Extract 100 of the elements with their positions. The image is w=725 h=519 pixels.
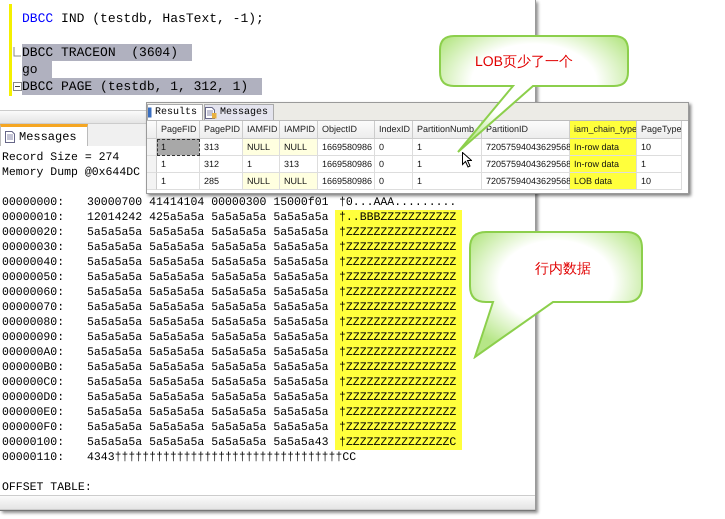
dump-offset: 00000010: bbox=[2, 210, 66, 226]
dump-hex: 12014242 425a5a5a 5a5a5a5a 5a5a5a5a bbox=[87, 210, 330, 226]
table-cell: NULL bbox=[280, 139, 318, 156]
dump-offset: 000000C0: bbox=[2, 375, 66, 390]
column-header[interactable]: PartitionID bbox=[482, 121, 570, 139]
dump-offset: 00000020: bbox=[2, 225, 66, 240]
dump-offset: 00000030: bbox=[2, 240, 66, 256]
table-cell: NULL bbox=[243, 139, 280, 156]
table-cell: In-row data bbox=[570, 139, 637, 156]
results-tab[interactable]: Messages bbox=[204, 104, 274, 120]
table-cell: 1669580986 bbox=[318, 173, 375, 190]
message-line: OFFSET TABLE: bbox=[2, 480, 92, 496]
dump-offset: 00000080: bbox=[2, 315, 66, 330]
dump-text: †ZZZZZZZZZZZZZZZZ bbox=[335, 360, 462, 376]
dump-hex: 5a5a5a5a 5a5a5a5a 5a5a5a5a 5a5a5a5a bbox=[87, 225, 330, 240]
dump-hex: 5a5a5a5a 5a5a5a5a 5a5a5a5a 5a5a5a5a bbox=[87, 330, 330, 346]
dump-text: †0...AAA......... bbox=[338, 195, 458, 210]
dump-hex: 5a5a5a5a 5a5a5a5a 5a5a5a5a 5a5a5a5a bbox=[87, 405, 330, 420]
column-header[interactable]: IndexID bbox=[375, 121, 413, 139]
dump-hex: 5a5a5a5a 5a5a5a5a 5a5a5a5a 5a5a5a5a bbox=[87, 240, 330, 256]
dump-offset: 00000050: bbox=[2, 270, 66, 286]
table-cell: NULL bbox=[243, 173, 280, 190]
document-icon bbox=[205, 106, 218, 118]
dump-text: †ZZZZZZZZZZZZZZZC bbox=[335, 435, 462, 450]
column-header[interactable]: PartitionNumb bbox=[413, 121, 482, 139]
dump-text: †ZZZZZZZZZZZZZZZZ bbox=[335, 285, 462, 300]
column-header[interactable]: PageFID bbox=[157, 121, 200, 139]
dump-offset: 00000110: bbox=[2, 450, 66, 466]
dump-offset: 000000F0: bbox=[2, 420, 66, 436]
dump-hex: 5a5a5a5a 5a5a5a5a 5a5a5a5a 5a5a5a5a bbox=[87, 390, 330, 406]
table-cell: 1 bbox=[637, 156, 682, 173]
dump-hex: 5a5a5a5a 5a5a5a5a 5a5a5a5a 5a5a5a5a bbox=[87, 375, 330, 390]
column-header[interactable]: IAMFID bbox=[243, 121, 280, 139]
table-cell: 312 bbox=[200, 156, 243, 173]
table-cell: 1669580986 bbox=[318, 156, 375, 173]
dump-offset: 00000000: bbox=[2, 195, 66, 210]
horizontal-scrollbar[interactable] bbox=[0, 110, 146, 124]
column-header[interactable]: ObjectID bbox=[318, 121, 375, 139]
dump-offset: 000000D0: bbox=[2, 390, 66, 406]
dump-text: †ZZZZZZZZZZZZZZZZ bbox=[335, 345, 462, 360]
dump-offset: 00000060: bbox=[2, 285, 66, 300]
column-header[interactable]: PagePID bbox=[200, 121, 243, 139]
dump-hex: 5a5a5a5a 5a5a5a5a 5a5a5a5a 5a5a5a43 bbox=[87, 435, 330, 450]
table-cell: 0 bbox=[375, 139, 413, 156]
code-line: DBCC IND (testdb, HasText, -1); bbox=[22, 10, 265, 27]
callout-text: 行内数据 bbox=[535, 260, 591, 278]
dump-text: †ZZZZZZZZZZZZZZZZ bbox=[335, 225, 462, 240]
fold-end-icon bbox=[13, 46, 21, 58]
dump-hex: 4343†††††††††††††††††††††††††††††††††CC bbox=[87, 450, 356, 466]
row-header[interactable] bbox=[147, 156, 157, 173]
dump-text: †ZZZZZZZZZZZZZZZZ bbox=[335, 300, 462, 316]
row-header[interactable] bbox=[147, 173, 157, 190]
table-cell: 1669580986 bbox=[318, 139, 375, 156]
header-corner bbox=[147, 121, 157, 139]
dump-offset: 00000070: bbox=[2, 300, 66, 316]
dump-offset: 00000040: bbox=[2, 255, 66, 270]
table-cell: LOB data bbox=[570, 173, 637, 190]
table-cell: 10 bbox=[637, 173, 682, 190]
dump-offset: 000000B0: bbox=[2, 360, 66, 376]
table-cell: NULL bbox=[280, 173, 318, 190]
dump-text: †ZZZZZZZZZZZZZZZZ bbox=[335, 420, 462, 436]
dump-text: †ZZZZZZZZZZZZZZZZ bbox=[335, 375, 462, 390]
collapse-icon[interactable] bbox=[12, 82, 22, 91]
table-cell: 0 bbox=[375, 156, 413, 173]
column-header[interactable]: IAMPID bbox=[280, 121, 318, 139]
table-cell: 0 bbox=[375, 173, 413, 190]
dump-text: †ZZZZZZZZZZZZZZZZ bbox=[335, 330, 462, 346]
table-cell: 1 bbox=[157, 139, 200, 156]
dump-text: †ZZZZZZZZZZZZZZZZ bbox=[335, 390, 462, 406]
row-header[interactable] bbox=[147, 139, 157, 156]
messages-tab[interactable]: Messages bbox=[0, 124, 88, 146]
dump-hex: 30000700 41414104 00000300 15000f01 bbox=[87, 195, 330, 210]
table-cell: In-row data bbox=[570, 156, 637, 173]
grid-icon bbox=[148, 107, 152, 118]
table-cell: 1 bbox=[413, 173, 482, 190]
dump-text: †ZZZZZZZZZZZZZZZZ bbox=[335, 240, 462, 256]
dump-hex: 5a5a5a5a 5a5a5a5a 5a5a5a5a 5a5a5a5a bbox=[87, 360, 330, 376]
dump-hex: 5a5a5a5a 5a5a5a5a 5a5a5a5a 5a5a5a5a bbox=[87, 420, 330, 436]
dump-text: †ZZZZZZZZZZZZZZZZ bbox=[335, 270, 462, 286]
message-line: Memory Dump @0x644DC bbox=[2, 165, 140, 180]
dump-offset: 00000090: bbox=[2, 330, 66, 346]
document-icon bbox=[5, 130, 15, 143]
callout-text: LOB页少了一个 bbox=[475, 53, 574, 71]
dump-hex: 5a5a5a5a 5a5a5a5a 5a5a5a5a 5a5a5a5a bbox=[87, 345, 330, 360]
dump-hex: 5a5a5a5a 5a5a5a5a 5a5a5a5a 5a5a5a5a bbox=[87, 315, 330, 330]
dump-text: †..BBBZZZZZZZZZZZ bbox=[335, 210, 462, 226]
message-line: Record Size = 274 bbox=[2, 150, 120, 166]
dump-hex: 5a5a5a5a 5a5a5a5a 5a5a5a5a 5a5a5a5a bbox=[87, 285, 330, 300]
table-cell: 10 bbox=[637, 139, 682, 156]
table-cell: 1 bbox=[157, 173, 200, 190]
column-header[interactable]: PageType bbox=[637, 121, 682, 139]
dump-text: †ZZZZZZZZZZZZZZZZ bbox=[335, 405, 462, 420]
horizontal-scrollbar[interactable] bbox=[0, 495, 535, 510]
dump-offset: 000000A0: bbox=[2, 345, 66, 360]
dump-text: †ZZZZZZZZZZZZZZZZ bbox=[335, 255, 462, 270]
table-cell: 1 bbox=[157, 156, 200, 173]
dump-hex: 5a5a5a5a 5a5a5a5a 5a5a5a5a 5a5a5a5a bbox=[87, 300, 330, 316]
dump-text: †ZZZZZZZZZZZZZZZZ bbox=[335, 315, 462, 330]
dump-offset: 000000E0: bbox=[2, 405, 66, 420]
dump-offset: 00000100: bbox=[2, 435, 66, 450]
